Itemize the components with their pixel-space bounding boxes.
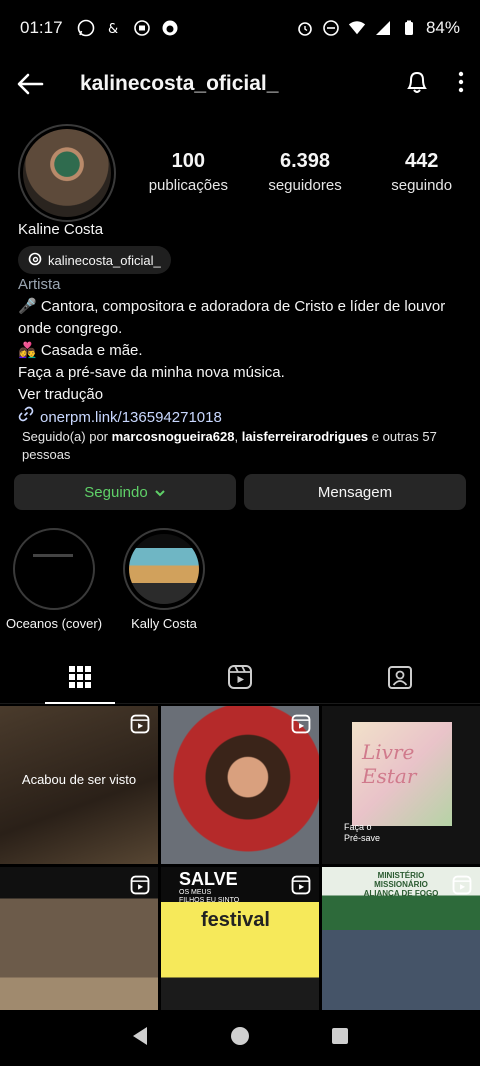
reel-icon xyxy=(452,875,472,900)
reel-icon xyxy=(291,875,311,900)
stat-followers-label: seguidores xyxy=(268,177,342,194)
highlight-cover xyxy=(19,534,89,604)
profile-category: Artista xyxy=(18,276,61,293)
post-thumbnail[interactable] xyxy=(161,706,319,864)
stat-followers[interactable]: 6.398 seguidores xyxy=(247,150,364,194)
viewed-label: Acabou de ser visto xyxy=(21,772,137,787)
presave-caption: Faça o Pré-save xyxy=(344,822,381,843)
post-thumbnail[interactable] xyxy=(0,867,158,1025)
reels-icon xyxy=(227,664,253,695)
avatar-photo xyxy=(23,129,111,217)
alarm-icon xyxy=(296,19,314,37)
app-icon xyxy=(161,19,179,37)
more-options-icon[interactable] xyxy=(458,71,464,98)
threads-badge[interactable]: kalinecosta_oficial_ xyxy=(18,246,171,274)
wifi-icon xyxy=(348,19,366,37)
stat-following[interactable]: 442 seguindo xyxy=(363,150,480,194)
post-caption-sub: OS MEUS FILHOS EU SINTO xyxy=(179,889,240,904)
followed-user: marcosnogueira628 xyxy=(111,429,235,444)
link-icon xyxy=(18,406,34,429)
profile-stats: 100 publicações 6.398 seguidores 442 seg… xyxy=(130,150,480,194)
recents-nav-icon[interactable] xyxy=(331,1027,349,1050)
reel-icon xyxy=(291,714,311,739)
following-button[interactable]: Seguindo xyxy=(14,474,236,510)
followed-sep: , xyxy=(234,429,242,444)
status-bar: 01:17 & 84% xyxy=(0,0,480,56)
highlight-label: Oceanos (cover) xyxy=(5,616,103,631)
stat-following-label: seguindo xyxy=(391,177,453,194)
battery-percent: 84% xyxy=(425,18,460,37)
dnd-icon xyxy=(322,19,340,37)
profile-bio: 🎤 Cantora, compositora e adoradora de Cr… xyxy=(18,296,468,429)
notification-bell-icon[interactable] xyxy=(404,69,430,100)
back-nav-icon[interactable] xyxy=(131,1026,149,1051)
profile-display-name: Kaline Costa xyxy=(18,221,104,238)
stat-posts-count: 100 xyxy=(171,150,206,172)
app-notification-icon: & xyxy=(105,19,123,37)
followed-user: laisferreirarodrigues xyxy=(241,429,369,444)
tab-reels[interactable] xyxy=(160,656,320,703)
highlight-ring xyxy=(123,528,205,610)
status-time: 01:17 xyxy=(20,18,63,37)
message-button[interactable]: Mensagem xyxy=(244,474,466,510)
chevron-down-icon xyxy=(154,484,166,501)
highlight-item[interactable]: Kally Costa xyxy=(114,528,214,631)
profile-header: kalinecosta_oficial_ xyxy=(0,56,480,112)
highlight-item[interactable]: Oceanos (cover) xyxy=(4,528,104,631)
whatsapp-icon xyxy=(77,19,95,37)
followed-by[interactable]: Seguido(a) por marcosnogueira628, laisfe… xyxy=(22,428,462,464)
reel-icon xyxy=(130,714,150,739)
album-cover: Livre Estar xyxy=(352,722,452,826)
tab-posts-grid[interactable] xyxy=(0,656,160,704)
album-title: Livre Estar xyxy=(362,740,417,788)
highlight-ring xyxy=(13,528,95,610)
see-translation-link[interactable]: Ver tradução xyxy=(18,384,468,406)
ministry-banner: MINISTÉRIO MISSIONÁRIO ALIANÇA DE FOGO xyxy=(363,871,439,898)
festival-sign: festival xyxy=(201,909,270,931)
back-arrow-icon[interactable] xyxy=(16,69,46,99)
highlight-cover xyxy=(129,534,199,604)
bio-line: 🎤 Cantora, compositora e adoradora de Cr… xyxy=(18,298,446,337)
tagged-icon xyxy=(387,664,413,695)
reel-icon xyxy=(130,875,150,900)
highlight-label: Kally Costa xyxy=(131,616,197,631)
posts-grid: Acabou de ser visto Livre Estar Faça o P… xyxy=(0,706,480,1025)
stat-posts[interactable]: 100 publicações xyxy=(130,150,247,194)
svg-text:&: & xyxy=(108,22,118,36)
media-icon xyxy=(133,19,151,37)
following-label: Seguindo xyxy=(84,483,148,501)
bio-line: Faça a pré-save da minha nova música. xyxy=(18,364,285,381)
system-nav-bar xyxy=(0,1010,480,1066)
post-thumbnail[interactable]: Livre Estar Faça o Pré-save xyxy=(322,706,480,864)
bio-line: 👩‍❤️‍👨 Casada e mãe. xyxy=(18,342,143,359)
stat-followers-count: 6.398 xyxy=(279,150,331,172)
message-label: Mensagem xyxy=(317,483,393,501)
stat-following-count: 442 xyxy=(404,150,439,172)
profile-avatar[interactable] xyxy=(18,124,116,222)
bio-link[interactable]: onerpm.link/136594271018 xyxy=(18,406,468,429)
post-thumbnail[interactable]: MINISTÉRIO MISSIONÁRIO ALIANÇA DE FOGO xyxy=(322,867,480,1025)
followed-prefix: Seguido(a) por xyxy=(22,429,112,444)
bio-link-text: onerpm.link/136594271018 xyxy=(40,408,222,426)
signal-icon xyxy=(374,19,392,37)
profile-tabs xyxy=(0,656,480,704)
threads-handle: kalinecosta_oficial_ xyxy=(48,252,161,268)
tab-tagged[interactable] xyxy=(320,656,480,703)
profile-actions: Seguindo Mensagem xyxy=(14,474,466,510)
story-highlights: Oceanos (cover) Kally Costa xyxy=(0,528,480,631)
battery-icon xyxy=(400,19,418,37)
home-nav-icon[interactable] xyxy=(230,1026,250,1051)
stat-posts-label: publicações xyxy=(148,177,228,194)
post-thumbnail[interactable]: Acabou de ser visto xyxy=(0,706,158,864)
post-thumbnail[interactable]: SALVE OS MEUS FILHOS EU SINTO festival xyxy=(161,867,319,1025)
grid-icon xyxy=(68,665,92,694)
profile-username: kalinecosta_oficial_ xyxy=(80,72,279,95)
threads-icon xyxy=(28,252,42,269)
post-caption-title: SALVE xyxy=(179,869,238,889)
